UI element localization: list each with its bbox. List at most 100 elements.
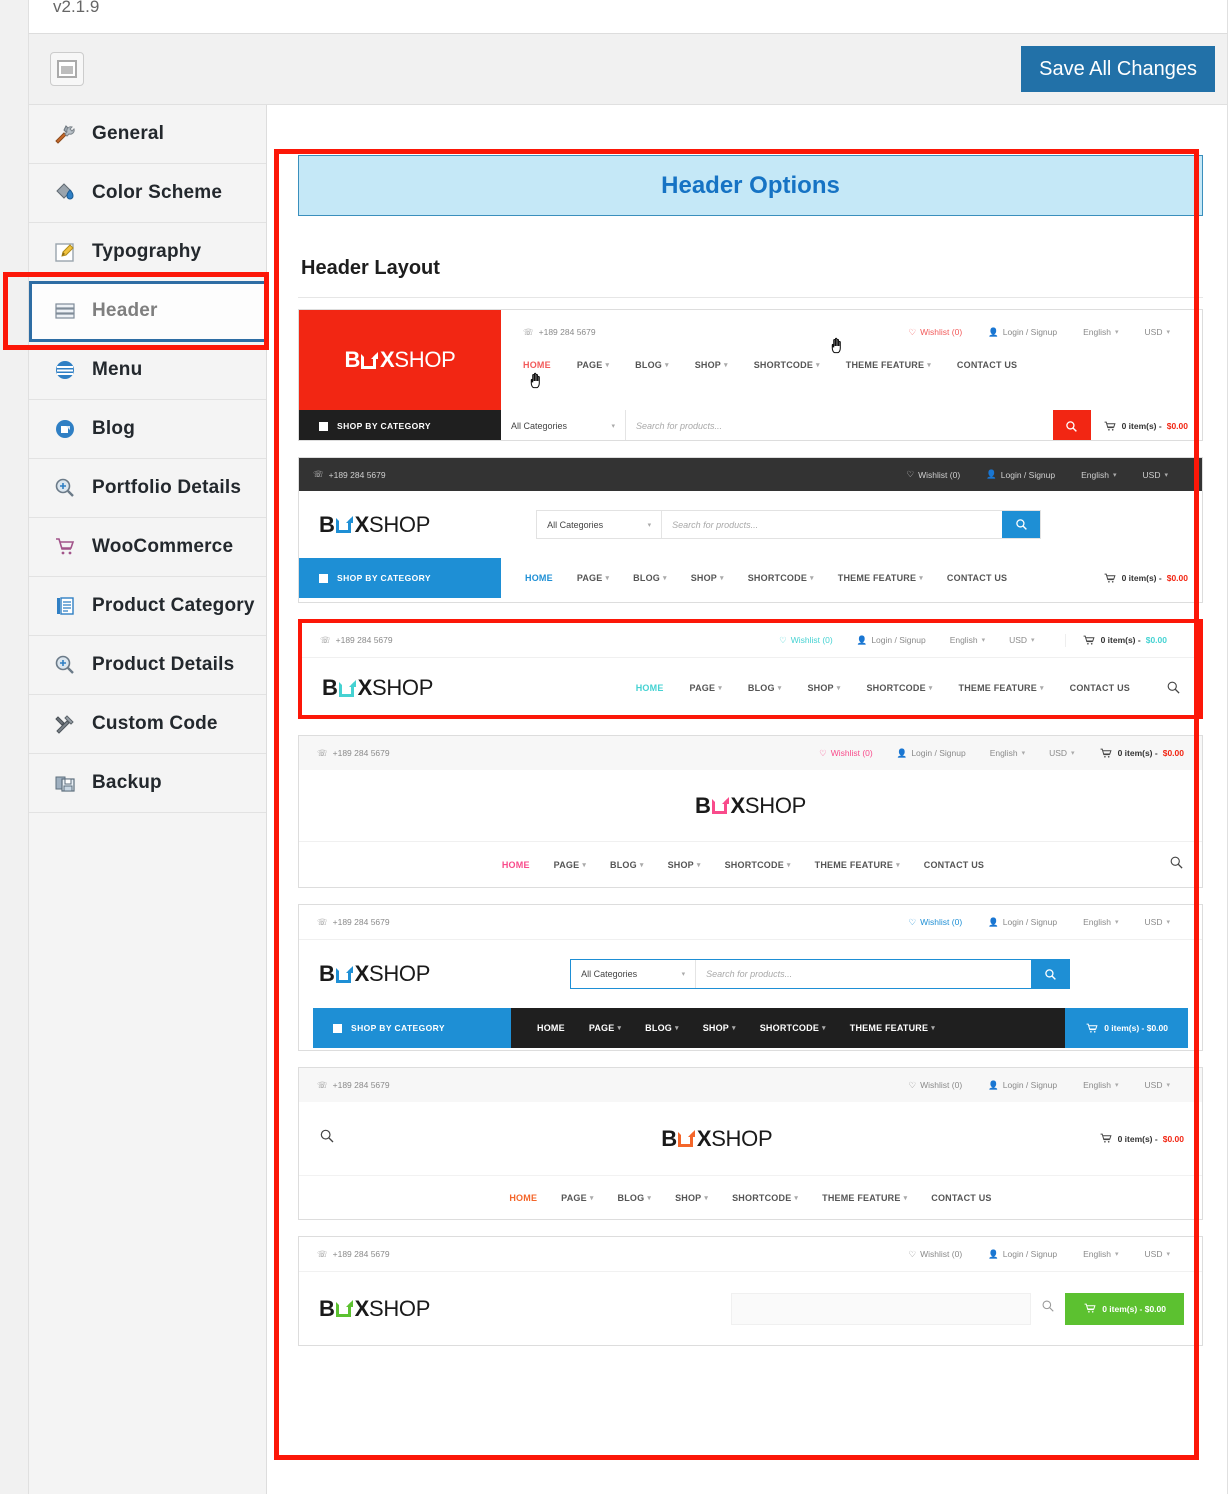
sidebar-item-color-scheme[interactable]: Color Scheme <box>29 164 266 223</box>
search-button[interactable] <box>1002 511 1040 538</box>
nav-home[interactable]: HOME <box>502 860 530 870</box>
language-select[interactable]: English▾ <box>1083 327 1118 337</box>
sidebar-item-header[interactable]: Header <box>29 282 266 341</box>
sidebar-item-typography[interactable]: Typography <box>29 223 266 282</box>
language-select[interactable]: English▾ <box>1081 470 1116 480</box>
sidebar-item-custom-code[interactable]: Custom Code <box>29 695 266 754</box>
nav-theme-feature[interactable]: THEME FEATURE▾ <box>959 683 1044 693</box>
wishlist-link[interactable]: ♡Wishlist (0) <box>779 635 833 645</box>
nav-theme-feature[interactable]: THEME FEATURE▾ <box>846 360 931 370</box>
nav-blog[interactable]: BLOG▾ <box>645 1023 679 1033</box>
sidebar-item-general[interactable]: General <box>29 105 266 164</box>
login-link[interactable]: 👤Login / Signup <box>988 1249 1057 1259</box>
cart-widget[interactable]: 0 item(s) - $0.00 <box>1091 420 1202 433</box>
currency-select[interactable]: USD▾ <box>1009 635 1034 645</box>
login-link[interactable]: 👤Login / Signup <box>857 635 926 645</box>
nav-page[interactable]: PAGE▾ <box>577 573 609 583</box>
language-select[interactable]: English▾ <box>1083 917 1118 927</box>
category-select[interactable]: All Categories ▾ <box>501 410 626 441</box>
sidebar-item-product-details[interactable]: Product Details <box>29 636 266 695</box>
currency-select[interactable]: USD▾ <box>1143 470 1168 480</box>
cart-widget[interactable]: 0 item(s) - $0.00 <box>1065 634 1185 647</box>
nav-shortcode[interactable]: SHORTCODE▾ <box>725 860 791 870</box>
search-input[interactable] <box>731 1293 1031 1325</box>
nav-blog[interactable]: BLOG▾ <box>610 860 644 870</box>
nav-home[interactable]: HOME <box>537 1023 565 1033</box>
cart-widget[interactable]: 0 item(s) - $0.00 <box>1103 572 1188 585</box>
currency-select[interactable]: USD▾ <box>1049 748 1074 758</box>
sidebar-item-blog[interactable]: Blog <box>29 400 266 459</box>
nav-contact-us[interactable]: CONTACT US <box>1070 683 1130 693</box>
nav-shop[interactable]: SHOP▾ <box>807 683 840 693</box>
currency-select[interactable]: USD▾ <box>1145 917 1170 927</box>
nav-page[interactable]: PAGE▾ <box>577 360 609 370</box>
language-select[interactable]: English▾ <box>950 635 985 645</box>
cart-widget[interactable]: 0 item(s) - $0.00 <box>1065 1008 1188 1048</box>
login-link[interactable]: 👤Login / Signup <box>988 917 1057 927</box>
header-layout-option-1[interactable]: BX SHOP ☏ +189 284 5679 ♡ <box>298 309 1203 441</box>
nav-page[interactable]: PAGE▾ <box>589 1023 621 1033</box>
nav-theme-feature[interactable]: THEME FEATURE▾ <box>822 1193 907 1203</box>
nav-page[interactable]: PAGE▾ <box>690 683 722 693</box>
nav-theme-feature[interactable]: THEME FEATURE▾ <box>838 573 923 583</box>
nav-home[interactable]: HOME <box>636 683 664 693</box>
nav-contact-us[interactable]: CONTACT US <box>931 1193 991 1203</box>
nav-shortcode[interactable]: SHORTCODE▾ <box>754 360 820 370</box>
nav-shop[interactable]: SHOP▾ <box>703 1023 736 1033</box>
nav-shop[interactable]: SHOP▾ <box>675 1193 708 1203</box>
wishlist-link[interactable]: ♡Wishlist (0) <box>909 1080 963 1090</box>
login-link[interactable]: 👤Login / Signup <box>986 470 1055 480</box>
header-layout-option-7[interactable]: ☏+189 284 5679 ♡Wishlist (0) 👤Login / Si… <box>298 1236 1203 1346</box>
nav-theme-feature[interactable]: THEME FEATURE▾ <box>850 1023 935 1033</box>
header-layout-option-4[interactable]: ☏+189 284 5679 ♡Wishlist (0) 👤Login / Si… <box>298 735 1203 888</box>
search-input[interactable]: Search for products... <box>626 410 1053 441</box>
search-button[interactable] <box>1053 410 1091 441</box>
wishlist-link[interactable]: ♡Wishlist (0) <box>909 1249 963 1259</box>
nav-shop[interactable]: SHOP▾ <box>691 573 724 583</box>
search-button[interactable] <box>1041 1299 1055 1318</box>
currency-select[interactable]: USD▾ <box>1145 327 1170 337</box>
wishlist-link[interactable]: ♡Wishlist (0) <box>819 748 873 758</box>
nav-shortcode[interactable]: SHORTCODE▾ <box>732 1193 798 1203</box>
nav-shortcode[interactable]: SHORTCODE▾ <box>866 683 932 693</box>
nav-blog[interactable]: BLOG▾ <box>633 573 667 583</box>
shop-by-category-button[interactable]: SHOP BY CATEGORY <box>299 410 501 441</box>
nav-page[interactable]: PAGE▾ <box>561 1193 593 1203</box>
nav-home[interactable]: HOME <box>525 573 553 583</box>
search-button[interactable] <box>1169 855 1184 875</box>
header-layout-option-3[interactable]: ☏ +189 284 5679 ♡Wishlist (0) 👤Login / S… <box>298 619 1203 719</box>
sidebar-item-woocommerce[interactable]: WooCommerce <box>29 518 266 577</box>
search-button[interactable] <box>319 1128 335 1149</box>
currency-select[interactable]: USD▾ <box>1145 1080 1170 1090</box>
search-input[interactable]: Search for products... <box>696 960 1031 988</box>
language-select[interactable]: English▾ <box>1083 1080 1118 1090</box>
nav-shortcode[interactable]: SHORTCODE▾ <box>748 573 814 583</box>
nav-home[interactable]: HOME <box>523 360 551 370</box>
nav-blog[interactable]: BLOG▾ <box>748 683 782 693</box>
category-select[interactable]: All Categories▾ <box>537 511 662 538</box>
nav-shop[interactable]: SHOP▾ <box>695 360 728 370</box>
category-select[interactable]: All Categories▾ <box>571 960 696 988</box>
wishlist-link[interactable]: ♡ Wishlist (0) <box>909 327 963 337</box>
header-layout-option-2[interactable]: ☏ +189 284 5679 ♡Wishlist (0) 👤Login / S… <box>298 457 1203 603</box>
login-link[interactable]: 👤Login / Signup <box>897 748 966 758</box>
save-all-changes-button[interactable]: Save All Changes <box>1021 46 1215 92</box>
expand-panel-icon[interactable] <box>50 52 84 86</box>
nav-theme-feature[interactable]: THEME FEATURE▾ <box>815 860 900 870</box>
sidebar-item-portfolio-details[interactable]: Portfolio Details <box>29 459 266 518</box>
currency-select[interactable]: USD▾ <box>1145 1249 1170 1259</box>
sidebar-item-backup[interactable]: Backup <box>29 754 266 813</box>
shop-by-category-button[interactable]: SHOP BY CATEGORY <box>299 558 501 598</box>
nav-blog[interactable]: BLOG▾ <box>618 1193 652 1203</box>
header-layout-option-6[interactable]: ☏+189 284 5679 ♡Wishlist (0) 👤Login / Si… <box>298 1067 1203 1220</box>
header-layout-option-5[interactable]: ☏+189 284 5679 ♡Wishlist (0) 👤Login / Si… <box>298 904 1203 1051</box>
login-link[interactable]: 👤Login / Signup <box>988 1080 1057 1090</box>
nav-contact-us[interactable]: CONTACT US <box>957 360 1017 370</box>
nav-contact-us[interactable]: CONTACT US <box>947 573 1007 583</box>
sidebar-item-menu[interactable]: Menu <box>29 341 266 400</box>
search-input[interactable]: Search for products... <box>662 511 1002 538</box>
language-select[interactable]: English▾ <box>1083 1249 1118 1259</box>
search-button[interactable] <box>1166 680 1181 697</box>
nav-page[interactable]: PAGE▾ <box>554 860 586 870</box>
search-button[interactable] <box>1031 960 1069 988</box>
